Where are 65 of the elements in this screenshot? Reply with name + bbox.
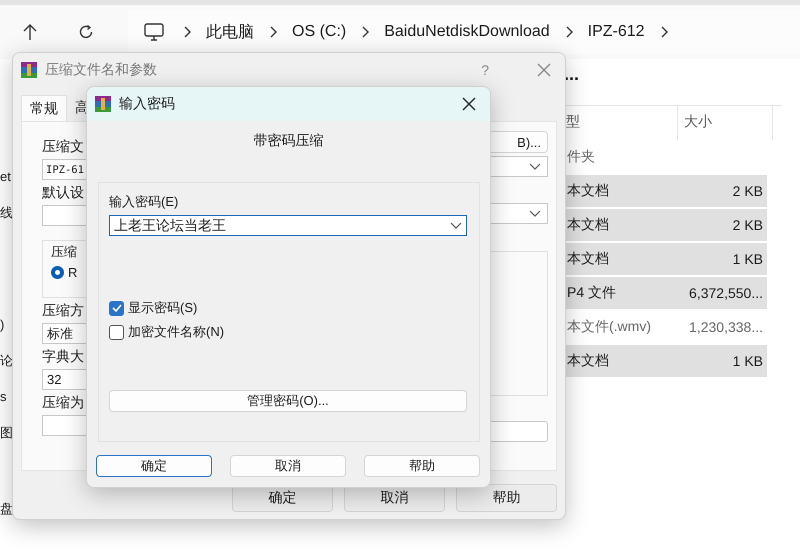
- field-label: 输入密码(E): [109, 193, 180, 210]
- checkbox[interactable]: [109, 300, 124, 316]
- caret-icon: [450, 222, 462, 229]
- field-label: 压缩方: [42, 302, 84, 320]
- tab[interactable]: 常规: [21, 95, 67, 121]
- group-label: 压缩: [51, 243, 77, 261]
- breadcrumb[interactable]: 此电脑: [206, 22, 254, 42]
- file-row[interactable]: 本文件(.wmv) 1,230,338...: [562, 311, 767, 343]
- sidebar-item[interactable]: 线: [0, 195, 14, 231]
- refresh-icon[interactable]: [78, 24, 94, 40]
- file-size: 2 KB: [732, 183, 763, 199]
- field-label: 压缩为: [42, 394, 84, 412]
- breadcrumb[interactable]: IPZ-612: [588, 23, 645, 41]
- column-header[interactable]: 大小: [678, 106, 773, 140]
- manage-passwords-button[interactable]: 管理密码(O)...: [109, 390, 467, 412]
- computer-icon: [144, 23, 164, 41]
- password-field[interactable]: 上老王论坛当老王: [109, 215, 467, 236]
- file-type: 件夹: [567, 148, 595, 166]
- checkbox-label: 加密文件名称(N): [128, 323, 224, 341]
- radio-button[interactable]: [51, 266, 64, 279]
- sidebar-item[interactable]: 图: [0, 415, 14, 451]
- checkbox[interactable]: [109, 324, 124, 340]
- file-type: 本文档: [567, 182, 609, 200]
- file-size: 1 KB: [732, 353, 763, 369]
- checkbox-label: 显示密码(S): [128, 299, 198, 317]
- dialog-button[interactable]: 确定: [96, 455, 212, 477]
- chevron-icon: [658, 25, 669, 39]
- chevron-icon: [564, 25, 574, 39]
- sidebar-item[interactable]: s: [0, 379, 14, 415]
- file-type: 本文档: [567, 216, 609, 234]
- breadcrumb[interactable]: OS (C:): [292, 23, 346, 41]
- sidebar-item[interactable]: 论: [0, 343, 14, 379]
- up-arrow-icon[interactable]: [22, 23, 38, 41]
- file-size: 1 KB: [732, 251, 763, 267]
- archive-icon: [95, 96, 111, 112]
- dialog-button[interactable]: 帮助: [456, 484, 557, 512]
- caret-icon: [529, 210, 541, 217]
- file-row[interactable]: 件夹: [562, 141, 767, 173]
- field-label: 字典大: [42, 348, 84, 366]
- file-type: 本文件(.wmv): [567, 318, 651, 336]
- file-size: 2 KB: [732, 217, 763, 233]
- chevron-icon: [182, 25, 192, 39]
- file-type: P4 文件: [567, 284, 616, 302]
- dialog-heading: 带密码压缩: [252, 132, 324, 150]
- checkmark-icon: [112, 304, 122, 312]
- breadcrumb[interactable]: BaiduNetdiskDownload: [384, 23, 550, 41]
- sidebar-item[interactable]: ): [0, 307, 14, 343]
- file-type: 本文档: [567, 250, 609, 268]
- window-title: 压缩文件名和参数: [45, 61, 157, 79]
- file-size: 1,230,338...: [689, 319, 763, 335]
- file-type: 本文档: [567, 352, 609, 370]
- field-label: 压缩文: [42, 138, 84, 156]
- chevron-icon: [268, 25, 278, 39]
- radio-label: R: [68, 265, 78, 280]
- chevron-icon: [360, 25, 370, 39]
- close-icon[interactable]: [462, 97, 476, 111]
- window-title: 输入密码: [119, 95, 175, 113]
- dialog-button[interactable]: 帮助: [364, 455, 480, 477]
- sidebar-item[interactable]: et: [0, 159, 14, 195]
- dialog-button[interactable]: 取消: [230, 455, 346, 477]
- field-label: 默认设: [42, 184, 84, 202]
- file-size: 6,372,550...: [689, 285, 763, 301]
- sidebar-item[interactable]: 盘: [0, 491, 14, 527]
- caret-icon: [529, 163, 541, 170]
- archive-icon: [21, 62, 37, 78]
